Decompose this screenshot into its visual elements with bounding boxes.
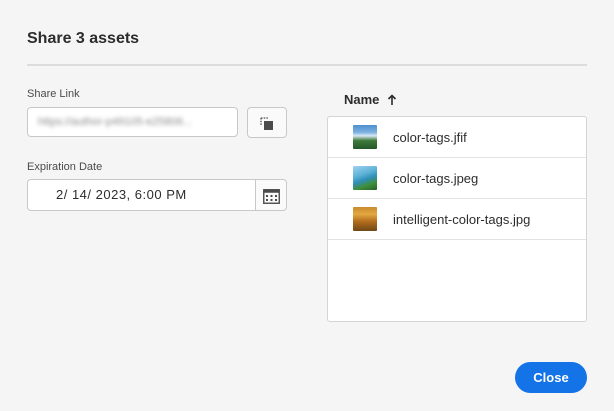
close-button[interactable]: Close	[515, 362, 587, 393]
share-link-label: Share Link	[27, 88, 80, 100]
share-link-field[interactable]: https://author-p49105-e25806...	[27, 107, 238, 137]
asset-name: color-tags.jfif	[393, 129, 467, 145]
asset-thumbnail	[353, 166, 377, 190]
name-column-label: Name	[344, 92, 380, 107]
calendar-icon	[263, 189, 280, 204]
expiration-date-label: Expiration Date	[27, 161, 103, 173]
share-link-value: https://author-p49105-e25806...	[38, 116, 193, 128]
asset-name: intelligent-color-tags.jpg	[393, 211, 531, 227]
asset-row[interactable]: color-tags.jpeg	[328, 158, 586, 199]
calendar-button[interactable]	[255, 179, 287, 211]
asset-thumbnail	[353, 125, 377, 149]
asset-row[interactable]: color-tags.jfif	[328, 117, 586, 158]
asset-row[interactable]: intelligent-color-tags.jpg	[328, 199, 586, 240]
asset-list: color-tags.jfif color-tags.jpeg intellig…	[327, 116, 587, 322]
copy-link-button[interactable]	[247, 107, 287, 138]
title-divider	[27, 64, 587, 66]
dialog-title: Share 3 assets	[27, 30, 140, 47]
asset-name: color-tags.jpeg	[393, 170, 479, 186]
name-column-header[interactable]: Name	[344, 92, 397, 107]
asset-thumbnail	[353, 207, 377, 231]
copy-icon	[260, 117, 273, 130]
arrow-up-icon	[388, 93, 397, 105]
expiration-date-field[interactable]: 2/ 14/ 2023, 6:00 PM	[27, 179, 256, 211]
